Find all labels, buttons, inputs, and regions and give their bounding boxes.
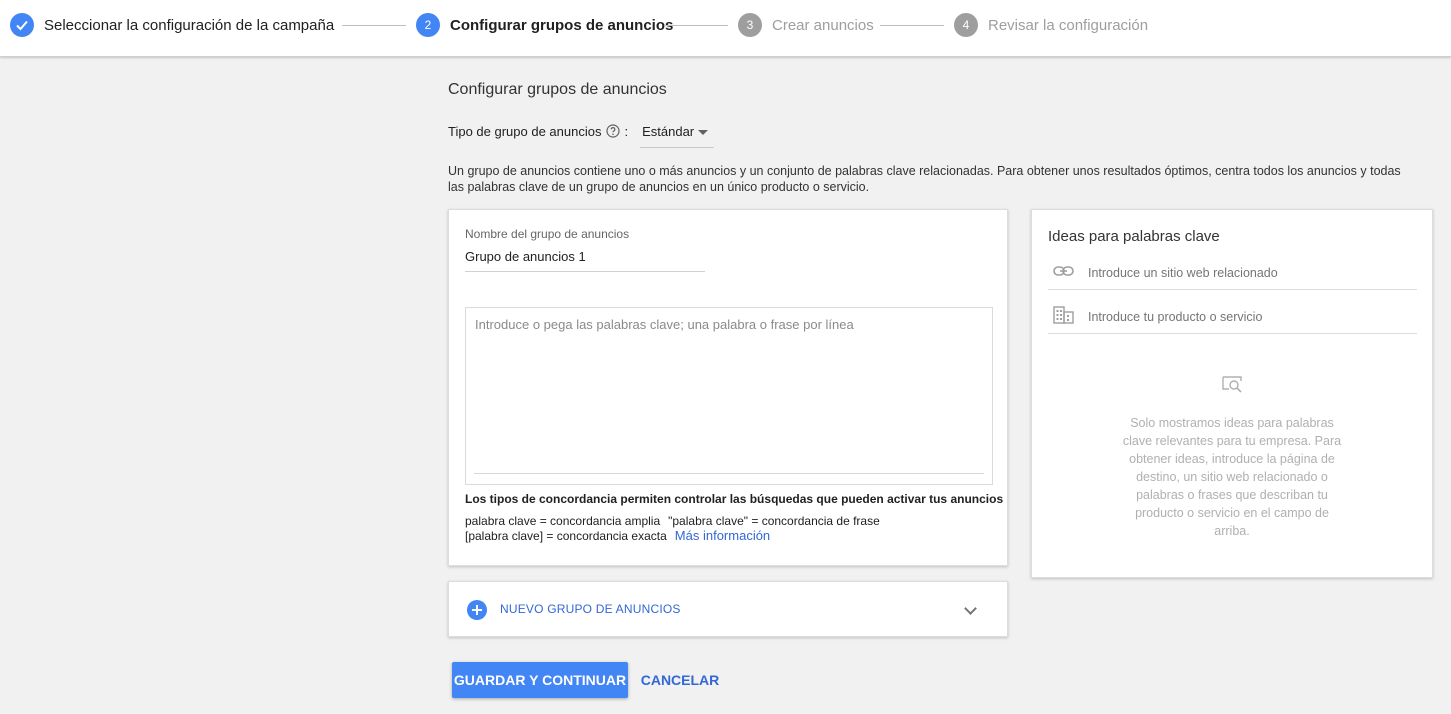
ad-group-name-input[interactable]: Grupo de anuncios 1 (465, 249, 705, 272)
phrase-match-text: "palabra clave" = concordancia de frase (668, 514, 880, 528)
product-service-placeholder: Introduce tu producto o servicio (1088, 310, 1263, 324)
step-label: Revisar la configuración (988, 16, 1149, 34)
campaign-stepper: Seleccionar la configuración de la campa… (0, 0, 1451, 57)
related-website-input[interactable]: Introduce un sitio web relacionado (1048, 254, 1417, 290)
exact-match-text: [palabra clave] = concordancia exacta (465, 529, 667, 543)
ad-group-name-label: Nombre del grupo de anuncios (465, 227, 630, 241)
check-icon (10, 13, 34, 37)
match-types-line: [palabra clave] = concordancia exacta Más… (465, 528, 770, 543)
save-continue-button[interactable]: GUARDAR Y CONTINUAR (452, 662, 628, 698)
step-create-ads[interactable]: 3 Crear anuncios (738, 12, 874, 38)
keywords-textarea[interactable]: Introduce o pega las palabras clave; una… (465, 307, 993, 485)
related-website-placeholder: Introduce un sitio web relacionado (1088, 266, 1278, 280)
broad-match-text: palabra clave = concordancia amplia (465, 514, 661, 528)
add-circle-icon (467, 600, 487, 620)
ad-group-description: Un grupo de anuncios contiene uno o más … (448, 164, 1401, 194)
match-types-line: palabra clave = concordancia amplia "pala… (465, 514, 880, 528)
business-icon (1053, 306, 1074, 324)
keywords-underline (474, 473, 984, 474)
cancel-button[interactable]: CANCELAR (636, 662, 724, 698)
dropdown-arrow-icon (698, 130, 709, 135)
ad-group-card: Nombre del grupo de anuncios Grupo de an… (448, 209, 1008, 566)
step-review[interactable]: 4 Revisar la configuración (954, 12, 1148, 38)
keyword-ideas-empty-message: Solo mostramos ideas para palabras clave… (1122, 416, 1342, 538)
match-types-title: Los tipos de concordancia permiten contr… (465, 492, 1004, 506)
step-campaign-settings[interactable]: Seleccionar la configuración de la campa… (10, 12, 334, 38)
step-number: 3 (738, 13, 762, 37)
keywords-placeholder: Introduce o pega las palabras clave; una… (475, 317, 854, 332)
step-number: 4 (954, 13, 978, 37)
colon: : (624, 124, 629, 139)
new-ad-group-card[interactable]: NUEVO GRUPO DE ANUNCIOS (448, 581, 1008, 637)
keyword-ideas-title: Ideas para palabras clave (1048, 228, 1220, 245)
more-info-link[interactable]: Más información (675, 528, 770, 543)
step-connector (342, 25, 406, 26)
ad-group-type-value: Estándar (642, 124, 695, 139)
ad-group-type-select[interactable]: Estándar (640, 118, 715, 148)
step-connector (664, 25, 728, 26)
step-ad-groups[interactable]: 2 Configurar grupos de anuncios (416, 12, 673, 38)
new-ad-group-label: NUEVO GRUPO DE ANUNCIOS (500, 602, 681, 616)
step-number: 2 (416, 13, 440, 37)
product-service-input[interactable]: Introduce tu producto o servicio (1048, 298, 1417, 334)
step-connector (880, 25, 944, 26)
help-icon[interactable] (606, 124, 621, 138)
keyword-ideas-card: Ideas para palabras clave Introduce un s… (1031, 209, 1433, 578)
page-title: Configurar grupos de anuncios (448, 81, 667, 98)
step-label: Crear anuncios (772, 16, 874, 34)
search-ideas-icon (1222, 376, 1242, 393)
step-label: Configurar grupos de anuncios (450, 16, 674, 34)
step-label: Seleccionar la configuración de la campa… (44, 16, 335, 34)
link-icon (1053, 266, 1074, 276)
ad-group-type-row: Tipo de grupo de anuncios : Estándar (448, 118, 715, 148)
chevron-down-icon[interactable] (964, 602, 977, 615)
ad-group-type-label: Tipo de grupo de anuncios (448, 124, 602, 139)
